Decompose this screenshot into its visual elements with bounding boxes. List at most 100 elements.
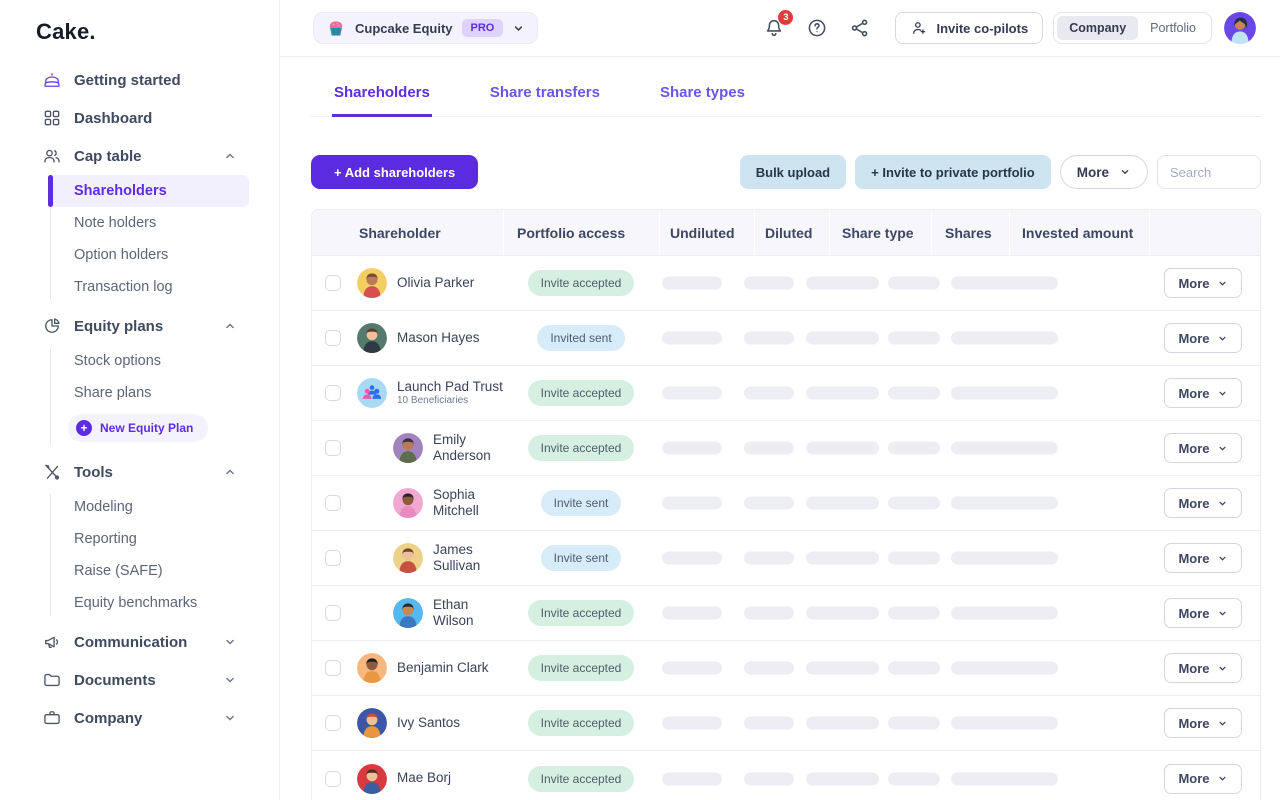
skeleton-share-type bbox=[806, 332, 879, 345]
column-header-share-type: Share type bbox=[829, 210, 931, 255]
row-checkbox[interactable] bbox=[325, 275, 341, 291]
row-more-button[interactable]: More bbox=[1164, 378, 1242, 408]
notification-count-badge: 3 bbox=[778, 10, 793, 25]
sidebar-item-label: Cap table bbox=[74, 148, 142, 165]
skeleton-shares bbox=[888, 387, 940, 400]
row-checkbox[interactable] bbox=[325, 550, 341, 566]
skeleton-diluted bbox=[744, 717, 794, 730]
shareholder-avatar bbox=[357, 764, 387, 794]
row-checkbox[interactable] bbox=[325, 330, 341, 346]
row-more-label: More bbox=[1178, 771, 1209, 786]
sidebar-item-label: Communication bbox=[74, 634, 187, 651]
sidebar-item-equity-plans[interactable]: Equity plans bbox=[0, 307, 279, 345]
row-checkbox[interactable] bbox=[325, 385, 341, 401]
data-cells bbox=[659, 641, 1147, 695]
help-icon[interactable] bbox=[806, 17, 828, 39]
new-equity-plan-label: New Equity Plan bbox=[100, 421, 193, 435]
toolbar-right: Bulk upload + Invite to private portfoli… bbox=[740, 155, 1261, 189]
skeleton-diluted bbox=[744, 497, 794, 510]
sidebar-item-raise-safe[interactable]: Raise (SAFE) bbox=[48, 555, 249, 587]
chevron-up-icon bbox=[223, 465, 237, 479]
row-more-button[interactable]: More bbox=[1164, 323, 1242, 353]
sidebar-item-modeling[interactable]: Modeling bbox=[48, 491, 249, 523]
sidebar-item-share-plans[interactable]: Share plans bbox=[48, 377, 249, 409]
bulk-upload-button[interactable]: Bulk upload bbox=[740, 155, 846, 189]
row-checkbox[interactable] bbox=[325, 440, 341, 456]
row-more-button[interactable]: More bbox=[1164, 598, 1242, 628]
row-checkbox[interactable] bbox=[325, 715, 341, 731]
row-more-button[interactable]: More bbox=[1164, 543, 1242, 573]
skeleton-shares bbox=[888, 607, 940, 620]
sidebar-item-tools[interactable]: Tools bbox=[0, 453, 279, 491]
skeleton-shares bbox=[888, 717, 940, 730]
toggle-option-portfolio[interactable]: Portfolio bbox=[1138, 16, 1208, 40]
tab-share-types[interactable]: Share types bbox=[658, 75, 747, 117]
row-more-button[interactable]: More bbox=[1164, 708, 1242, 738]
share-icon[interactable] bbox=[849, 17, 871, 39]
skeleton-share-type bbox=[806, 277, 879, 290]
row-more-label: More bbox=[1178, 331, 1209, 346]
sidebar: Cake. Getting started Dashboard Cap tabl… bbox=[0, 0, 280, 800]
chevron-down-icon bbox=[223, 673, 237, 687]
shareholder-name: Ethan Wilson bbox=[433, 597, 503, 629]
row-more-button[interactable]: More bbox=[1164, 433, 1242, 463]
skeleton-invested-amount bbox=[951, 717, 1058, 730]
shareholder-name-wrap: Olivia Parker bbox=[397, 275, 474, 291]
data-cells bbox=[659, 256, 1147, 310]
sidebar-item-company[interactable]: Company bbox=[0, 699, 279, 737]
row-checkbox[interactable] bbox=[325, 605, 341, 621]
row-more-button[interactable]: More bbox=[1164, 488, 1242, 518]
shareholder-cell: Emily Anderson bbox=[312, 432, 503, 464]
sidebar-item-equity-benchmarks[interactable]: Equity benchmarks bbox=[48, 587, 249, 619]
sidebar-item-reporting[interactable]: Reporting bbox=[48, 523, 249, 555]
sidebar-item-option-holders[interactable]: Option holders bbox=[48, 239, 249, 271]
new-equity-plan-button[interactable]: + New Equity Plan bbox=[68, 414, 208, 442]
skeleton-share-type bbox=[806, 607, 879, 620]
sidebar-item-communication[interactable]: Communication bbox=[0, 623, 279, 661]
sidebar-item-stock-options[interactable]: Stock options bbox=[48, 345, 249, 377]
notifications-bell-icon[interactable]: 3 bbox=[763, 17, 785, 39]
row-actions-cell: More bbox=[1147, 598, 1260, 628]
shareholder-avatar bbox=[393, 598, 423, 628]
toggle-option-company[interactable]: Company bbox=[1057, 16, 1138, 40]
sidebar-item-shareholders[interactable]: Shareholders bbox=[48, 175, 249, 207]
table-row: Launch Pad Trust 10 Beneficiaries Invite… bbox=[312, 366, 1260, 421]
tab-shareholders[interactable]: Shareholders bbox=[332, 75, 432, 117]
status-badge: Invite accepted bbox=[528, 655, 635, 681]
shareholder-name: Benjamin Clark bbox=[397, 660, 489, 676]
sidebar-item-dashboard[interactable]: Dashboard bbox=[0, 99, 279, 137]
row-checkbox[interactable] bbox=[325, 495, 341, 511]
more-dropdown-button[interactable]: More bbox=[1060, 155, 1148, 189]
status-badge: Invite sent bbox=[541, 545, 622, 571]
tab-share-transfers[interactable]: Share transfers bbox=[488, 75, 602, 117]
row-checkbox[interactable] bbox=[325, 771, 341, 787]
invite-private-portfolio-button[interactable]: + Invite to private portfolio bbox=[855, 155, 1051, 189]
portfolio-access-cell: Invite accepted bbox=[503, 766, 659, 792]
sidebar-item-cap-table[interactable]: Cap table bbox=[0, 137, 279, 175]
row-checkbox[interactable] bbox=[325, 660, 341, 676]
data-cells bbox=[659, 751, 1147, 800]
plus-icon: + bbox=[76, 420, 92, 436]
company-selector[interactable]: Cupcake Equity PRO bbox=[313, 12, 538, 44]
row-actions-cell: More bbox=[1147, 764, 1260, 794]
add-shareholders-button[interactable]: + Add shareholders bbox=[311, 155, 478, 189]
row-more-button[interactable]: More bbox=[1164, 268, 1242, 298]
sidebar-item-transaction-log[interactable]: Transaction log bbox=[48, 271, 249, 303]
skeleton-undiluted bbox=[662, 662, 722, 675]
table-row: Benjamin Clark Invite accepted More bbox=[312, 641, 1260, 696]
company-name: Cupcake Equity bbox=[355, 21, 453, 36]
skeleton-shares bbox=[888, 332, 940, 345]
row-more-button[interactable]: More bbox=[1164, 764, 1242, 794]
row-more-button[interactable]: More bbox=[1164, 653, 1242, 683]
search-input[interactable] bbox=[1157, 155, 1261, 189]
table-row: Ethan Wilson Invite accepted More bbox=[312, 586, 1260, 641]
invite-copilots-button[interactable]: Invite co-pilots bbox=[895, 12, 1043, 44]
skeleton-invested-amount bbox=[951, 277, 1058, 290]
row-more-label: More bbox=[1178, 386, 1209, 401]
sidebar-item-note-holders[interactable]: Note holders bbox=[48, 207, 249, 239]
shareholder-name: James Sullivan bbox=[433, 542, 503, 574]
table-row: Olivia Parker Invite accepted More bbox=[312, 256, 1260, 311]
user-avatar[interactable] bbox=[1224, 12, 1256, 44]
sidebar-item-getting-started[interactable]: Getting started bbox=[0, 61, 279, 99]
sidebar-item-documents[interactable]: Documents bbox=[0, 661, 279, 699]
